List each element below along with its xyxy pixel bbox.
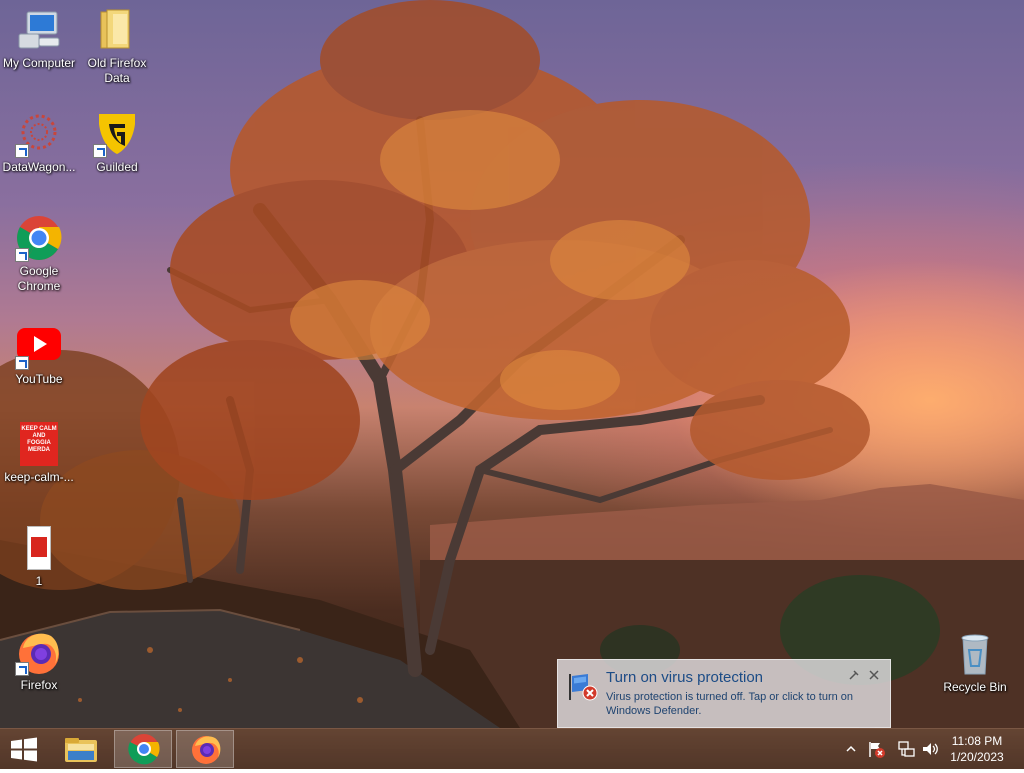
- notification-close-icon[interactable]: [868, 668, 880, 680]
- desktop-icon-recycle-bin[interactable]: Recycle Bin: [936, 630, 1014, 695]
- chrome-icon: [128, 734, 160, 765]
- shortcut-arrow-icon: [15, 662, 29, 676]
- desktop-icon-my-computer[interactable]: My Computer: [0, 6, 78, 71]
- taskbar-firefox[interactable]: [176, 730, 234, 768]
- show-hidden-icons-chevron[interactable]: [844, 739, 858, 759]
- shortcut-arrow-icon: [15, 356, 29, 370]
- windows-defender-flag-icon: [568, 670, 600, 702]
- network-icon[interactable]: [896, 739, 916, 759]
- desktop-icon-label: keep-calm-...: [4, 470, 74, 484]
- folder-icon: [93, 6, 141, 54]
- clock-date: 1/20/2023: [950, 750, 1004, 764]
- youtube-icon: [15, 322, 63, 370]
- folder-icon: [65, 738, 97, 762]
- firefox-icon: [192, 736, 221, 764]
- virus-protection-notification[interactable]: Turn on virus protection Virus protectio…: [557, 659, 891, 728]
- chrome-icon: [15, 214, 63, 262]
- desktop-icon-label: My Computer: [2, 56, 76, 70]
- datawagon-icon: [15, 110, 63, 158]
- desktop-icon-google-chrome[interactable]: Google Chrome: [0, 214, 78, 294]
- desktop-icon-datawagon[interactable]: DataWagon...: [0, 110, 78, 175]
- desktop-icon-label: DataWagon...: [2, 160, 76, 174]
- desktop-icon-label: Recycle Bin: [943, 680, 1007, 694]
- windows-start-icon: [11, 737, 37, 762]
- shortcut-arrow-icon: [15, 248, 29, 262]
- taskbar-clock[interactable]: 11:08 PM 1/20/2023: [942, 733, 1012, 765]
- notification-title: Turn on virus protection: [606, 669, 764, 686]
- start-button[interactable]: [0, 730, 48, 768]
- desktop[interactable]: My Computer Old Firefox Data DataWagon..…: [0, 0, 1024, 728]
- guilded-icon: [93, 110, 141, 158]
- desktop-icon-guilded[interactable]: Guilded: [78, 110, 156, 175]
- desktop-icon-label: 1: [35, 574, 43, 588]
- taskbar-chrome[interactable]: [114, 730, 172, 768]
- keep-calm-image-icon: KEEP CALM AND FOGGIA MERDA: [15, 420, 63, 468]
- desktop-icon-label: Guilded: [96, 160, 138, 174]
- shortcut-arrow-icon: [15, 144, 29, 158]
- computer-icon: [15, 6, 63, 54]
- keep-calm-poster-text: KEEP CALM AND FOGGIA MERDA: [20, 422, 58, 466]
- action-center-flag-error-icon[interactable]: [866, 739, 886, 759]
- desktop-icon-firefox[interactable]: Firefox: [0, 628, 78, 693]
- desktop-icon-file-1[interactable]: 1: [0, 524, 78, 589]
- notification-body: Virus protection is turned off. Tap or c…: [606, 691, 854, 717]
- desktop-icon-label: YouTube: [15, 372, 63, 386]
- notification-options-icon[interactable]: [848, 668, 860, 680]
- recycle-bin-icon: [951, 630, 999, 678]
- taskbar[interactable]: 11:08 PM 1/20/2023: [0, 728, 1024, 769]
- clock-time: 11:08 PM: [951, 734, 1003, 748]
- desktop-icon-label: Firefox: [20, 678, 58, 692]
- taskbar-file-explorer[interactable]: [56, 730, 106, 768]
- volume-icon[interactable]: [920, 739, 940, 759]
- shortcut-arrow-icon: [93, 144, 107, 158]
- image-file-icon: [15, 524, 63, 572]
- desktop-icon-keep-calm[interactable]: KEEP CALM AND FOGGIA MERDA keep-calm-...: [0, 420, 78, 485]
- desktop-icon-label: Old Firefox Data: [87, 56, 147, 85]
- desktop-icon-label: Google Chrome: [17, 264, 61, 293]
- firefox-icon: [15, 628, 63, 676]
- desktop-icon-old-firefox-data[interactable]: Old Firefox Data: [78, 6, 156, 86]
- desktop-icon-youtube[interactable]: YouTube: [0, 322, 78, 387]
